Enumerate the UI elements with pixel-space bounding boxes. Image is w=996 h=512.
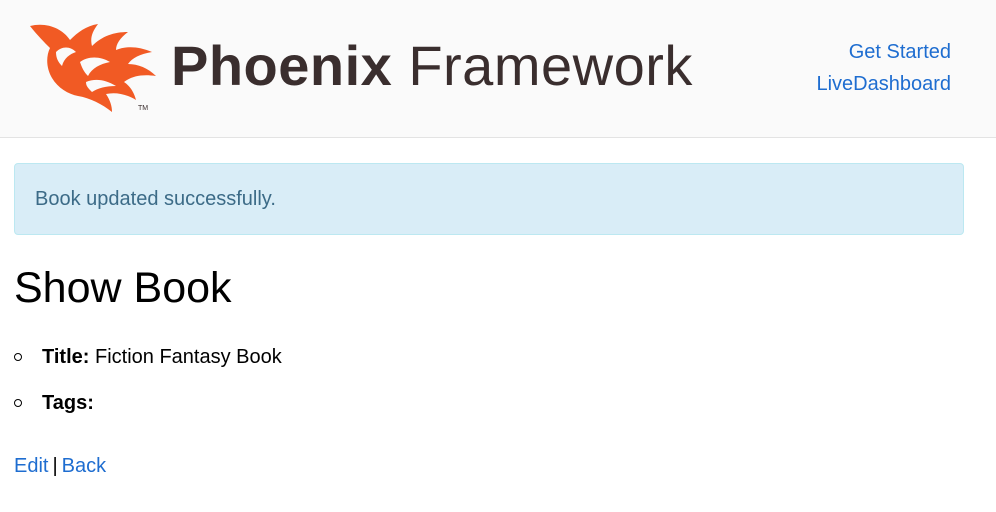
logo-brand-light: Framework — [408, 34, 693, 97]
flash-info-message: Book updated successfully. — [14, 163, 964, 235]
list-bullet-icon — [14, 353, 22, 361]
trademark-mark: TM — [138, 105, 148, 112]
detail-tags-item: Tags: — [14, 386, 282, 432]
back-link[interactable]: Back — [62, 455, 106, 477]
action-separator: | — [52, 455, 58, 477]
phoenix-bird-icon: TM — [30, 24, 156, 112]
detail-title-value: Fiction Fantasy Book — [94, 346, 282, 368]
header-nav: Get Started LiveDashboard — [816, 36, 951, 100]
site-header: TM Phoenix Framework Get Started LiveDash… — [0, 0, 996, 138]
detail-title-label: Title: — [42, 346, 90, 368]
edit-link[interactable]: Edit — [14, 455, 48, 477]
page-title: Show Book — [14, 264, 232, 312]
detail-tags-label: Tags: — [42, 392, 94, 414]
book-details-list: Title: Fiction Fantasy Book Tags: — [14, 340, 282, 432]
get-started-link[interactable]: Get Started — [816, 36, 951, 68]
book-actions: Edit | Back — [14, 451, 106, 481]
list-bullet-icon — [14, 399, 22, 407]
phoenix-logo[interactable]: TM Phoenix Framework — [26, 18, 706, 116]
logo-wordmark: Phoenix Framework — [171, 30, 693, 102]
detail-title-item: Title: Fiction Fantasy Book — [14, 340, 282, 386]
logo-brand-bold: Phoenix — [171, 34, 393, 97]
live-dashboard-link[interactable]: LiveDashboard — [816, 68, 951, 100]
